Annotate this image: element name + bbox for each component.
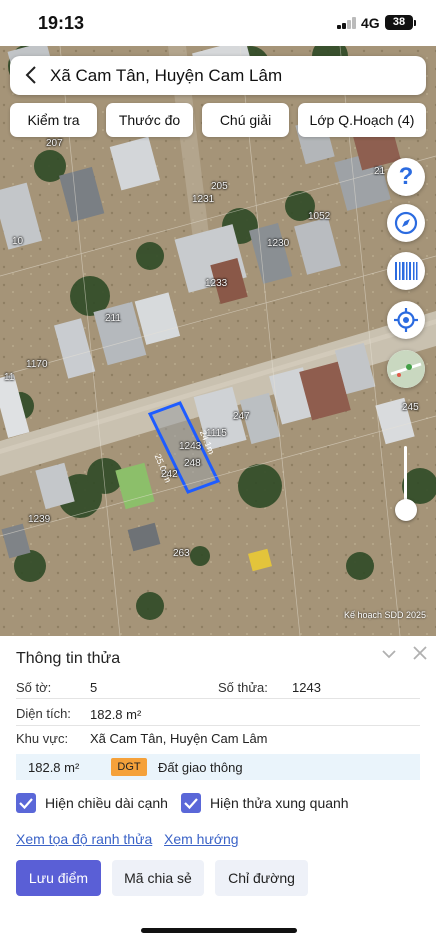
parcel-label: 1230 — [267, 238, 290, 249]
compass-button[interactable] — [387, 204, 425, 242]
zoom-slider-thumb[interactable] — [395, 499, 417, 521]
khu-vuc-label: Khu vực: — [16, 731, 69, 746]
so-to-label: Số tờ: — [16, 680, 52, 695]
zone-code-badge: DGT — [111, 758, 147, 776]
checkbox-neighbors[interactable] — [181, 793, 201, 813]
signal-icon — [337, 17, 357, 29]
parcel-label: 1233 — [205, 278, 228, 289]
dien-tich-value: 182.8 m² — [90, 707, 142, 722]
zone-name: Đất giao thông — [158, 760, 243, 775]
parcel-label: 1115 — [206, 428, 227, 439]
parcel-label: 207 — [46, 138, 63, 149]
parcel-label: 1170 — [26, 359, 48, 370]
network-type: 4G — [361, 15, 380, 31]
save-point-button[interactable]: Lưu điểm — [16, 860, 101, 896]
compass-icon — [394, 211, 418, 235]
view-coordinates-link[interactable]: Xem tọa độ ranh thửa — [16, 831, 152, 847]
chip-lop-quy-hoach[interactable]: Lớp Q.Hoạch (4) — [298, 103, 426, 137]
parcel-label: 11 — [4, 372, 15, 383]
map-credit: Kế hoạch SDD 2025 — [343, 610, 426, 620]
directions-button[interactable]: Chỉ đường — [215, 860, 308, 896]
location-title: Xã Cam Tân, Huyện Cam Lâm — [50, 66, 283, 85]
share-code-button[interactable]: Mã chia sẻ — [112, 860, 204, 896]
battery-icon: 38 — [385, 15, 413, 30]
back-chevron-icon[interactable] — [22, 65, 42, 85]
home-indicator — [141, 928, 297, 933]
parcel-label: 205 — [211, 181, 228, 192]
layers-button[interactable] — [387, 350, 425, 388]
parcel-label: 1239 — [28, 514, 51, 525]
locate-icon — [394, 308, 418, 332]
chip-thuoc-do[interactable]: Thước đo — [106, 103, 193, 137]
checkbox-edge-length[interactable] — [16, 793, 36, 813]
so-thua-label: Số thửa: — [218, 680, 268, 695]
view-direction-link[interactable]: Xem hướng — [164, 831, 239, 847]
map-view[interactable]: 25.01m 24.1m 207 205 1231 1052 211 1233 … — [0, 46, 436, 636]
collapse-chevron-icon[interactable] — [381, 646, 397, 662]
parcel-label: 1243 — [179, 441, 202, 452]
parcel-label: 1231 — [192, 194, 215, 205]
checkbox-edge-length-label[interactable]: Hiện chiều dài cạnh — [45, 795, 168, 811]
zone-row: 182.8 m² DGT Đất giao thông — [16, 754, 420, 780]
parcel-label: 21 — [374, 166, 386, 177]
barcode-icon — [395, 262, 418, 280]
close-icon[interactable] — [412, 645, 428, 661]
parcel-label: 248 — [184, 458, 201, 469]
barcode-button[interactable] — [387, 252, 425, 290]
dien-tich-label: Diện tích: — [16, 706, 71, 721]
divider — [16, 725, 420, 726]
checkmark-icon — [19, 798, 33, 810]
parcel-label: 263 — [173, 548, 190, 559]
parcel-label: 1052 — [308, 211, 331, 222]
parcel-label: 247 — [233, 411, 250, 422]
battery-tip — [414, 20, 416, 26]
divider — [16, 698, 420, 699]
location-header[interactable]: Xã Cam Tân, Huyện Cam Lâm — [10, 56, 426, 95]
help-button[interactable]: ? — [387, 158, 425, 196]
parcel-label: 211 — [105, 313, 121, 324]
locate-button[interactable] — [387, 301, 425, 339]
help-icon: ? — [398, 163, 414, 190]
parcel-label: 242 — [161, 469, 178, 480]
so-to-value: 5 — [90, 680, 98, 695]
status-time: 19:13 — [38, 13, 85, 33]
zone-area: 182.8 m² — [28, 760, 80, 775]
panel-title: Thông tin thửa — [16, 650, 121, 667]
so-thua-value: 1243 — [292, 680, 321, 695]
parcel-info-panel: Thông tin thửa Số tờ: 5 Số thửa: 1243 Di… — [0, 636, 436, 942]
parcel-label: 245 — [402, 402, 419, 413]
status-bar: 19:13 4G 38 — [0, 0, 436, 46]
chip-kiem-tra[interactable]: Kiểm tra — [10, 103, 97, 137]
layers-icon — [387, 350, 425, 388]
khu-vuc-value: Xã Cam Tân, Huyện Cam Lâm — [90, 731, 268, 746]
chip-chu-giai[interactable]: Chú giải — [202, 103, 289, 137]
checkbox-neighbors-label[interactable]: Hiện thửa xung quanh — [210, 795, 349, 811]
checkmark-icon — [184, 798, 198, 810]
parcel-label: 10 — [12, 236, 24, 247]
